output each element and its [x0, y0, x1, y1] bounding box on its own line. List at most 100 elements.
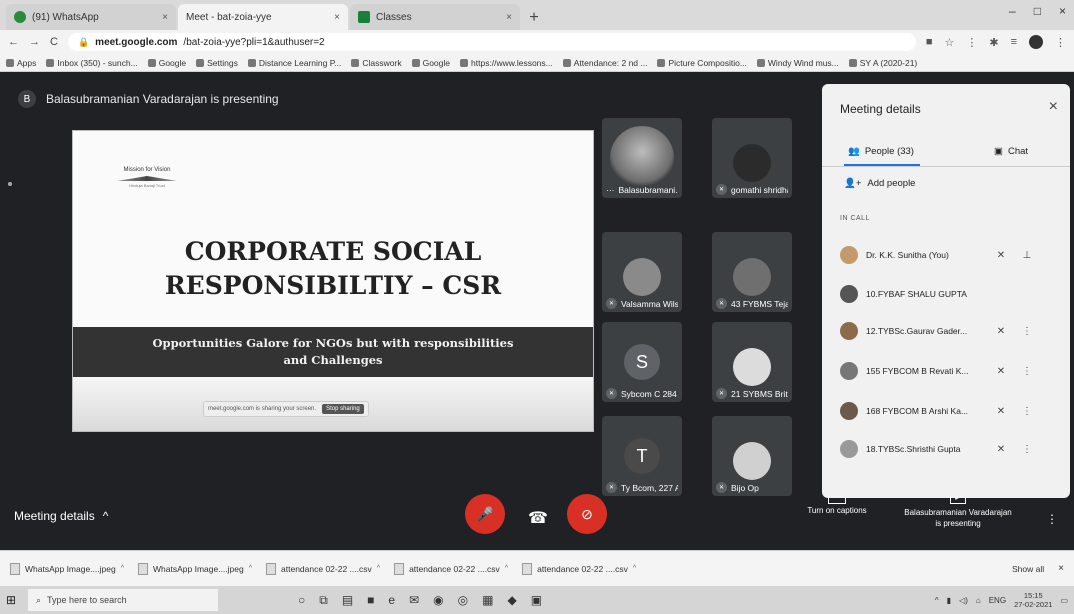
add-people-button[interactable]: 👤+ Add people: [844, 178, 915, 189]
bookmark[interactable]: Picture Compositio...: [657, 58, 747, 68]
more-icon[interactable]: ⋮: [1018, 406, 1036, 417]
participant-name: 168 FYBCOM B Arshi Ka...: [866, 406, 969, 416]
app-icon[interactable]: ▣: [531, 593, 542, 608]
tab-close-icon[interactable]: ×: [162, 12, 168, 23]
participant-tile[interactable]: ✕ gomathi shridhar: [712, 118, 792, 198]
maximize-button[interactable]: □: [1034, 4, 1041, 18]
tray-chevron-icon[interactable]: ^: [935, 596, 939, 605]
mic-toggle-button[interactable]: 🎤: [465, 494, 505, 534]
tab-whatsapp[interactable]: (91) WhatsApp ×: [6, 4, 176, 30]
app-icon[interactable]: ◆: [507, 593, 516, 608]
participant-row[interactable]: 155 FYBCOM B Revati K... ✕ ⋮: [840, 360, 1054, 382]
file-explorer-icon[interactable]: ▤: [342, 593, 353, 608]
more-icon[interactable]: ⋮: [1018, 326, 1036, 337]
mail-icon[interactable]: ✉: [409, 593, 419, 608]
reload-icon[interactable]: C: [50, 36, 58, 48]
participant-row[interactable]: 168 FYBCOM B Arshi Ka... ✕ ⋮: [840, 400, 1054, 422]
camera-toggle-button[interactable]: ⊘: [567, 494, 607, 534]
meeting-details-button[interactable]: Meeting details ^: [14, 509, 108, 523]
bookmark[interactable]: SY A (2020-21): [848, 58, 917, 68]
more-icon[interactable]: ⋮: [1018, 366, 1036, 377]
stop-sharing-button[interactable]: Stop sharing: [322, 404, 364, 414]
participant-tile[interactable]: ✕ Bijo Op: [712, 416, 792, 496]
tab-classes[interactable]: Classes ×: [350, 4, 520, 30]
download-item[interactable]: attendance 02-22 ....csv ^: [266, 562, 380, 575]
chrome-icon[interactable]: ◎: [458, 593, 468, 608]
bookmark[interactable]: Apps: [6, 58, 36, 68]
star-icon[interactable]: ☆: [944, 36, 954, 49]
tab-close-icon[interactable]: ×: [506, 12, 512, 23]
participant-row[interactable]: 18.TYBSc.Shristhi Gupta ✕ ⋮: [840, 438, 1054, 460]
participant-row[interactable]: 12.TYBSc.Gaurav Gader... ✕ ⋮: [840, 320, 1054, 342]
minimize-button[interactable]: –: [1009, 4, 1016, 18]
participant-tile[interactable]: ✕ 21 SYBMS Brit...: [712, 322, 792, 402]
participant-tile[interactable]: ✕ 43 FYBMS Teja...: [712, 232, 792, 312]
network-icon[interactable]: ⌂: [976, 596, 981, 605]
bookmark[interactable]: Distance Learning P...: [247, 58, 341, 68]
more-options-icon[interactable]: ⋮: [1046, 512, 1058, 526]
chevron-up-icon[interactable]: ^: [249, 565, 252, 572]
participant-tile[interactable]: ✕ Valsamma Wils...: [602, 232, 682, 312]
close-icon[interactable]: ×: [1049, 98, 1058, 116]
chevron-up-icon[interactable]: ^: [121, 565, 124, 572]
profile-avatar[interactable]: [1029, 35, 1043, 49]
puzzle-icon[interactable]: ✱: [989, 36, 998, 49]
camera-icon[interactable]: ■: [926, 36, 933, 48]
bookmark[interactable]: Inbox (350) - sunch...: [46, 58, 138, 68]
bookmark[interactable]: Google: [411, 58, 450, 68]
bookmark[interactable]: https://www.lessons...: [460, 58, 553, 68]
taskbar-search[interactable]: ⌕ Type here to search: [28, 589, 218, 611]
back-icon[interactable]: ←: [8, 36, 19, 48]
new-tab-button[interactable]: +: [522, 6, 546, 30]
bookmark[interactable]: Windy Wind mus...: [756, 58, 839, 68]
participant-initial: T: [624, 438, 660, 474]
chevron-up-icon[interactable]: ^: [633, 565, 636, 572]
list-icon[interactable]: ≡: [1011, 36, 1017, 48]
notification-icon[interactable]: ▭: [1060, 596, 1068, 605]
download-item[interactable]: WhatsApp Image....jpeg ^: [138, 562, 252, 575]
participant-tile[interactable]: S ✕ Sybcom C 284 ...: [602, 322, 682, 402]
close-icon[interactable]: ×: [1058, 563, 1064, 574]
bookmark[interactable]: Settings: [196, 58, 238, 68]
app-icon[interactable]: ◉: [433, 593, 443, 608]
tab-chat[interactable]: ▣ Chat: [994, 140, 1028, 162]
participant-tile[interactable]: ··· Balasubramani...: [602, 118, 682, 198]
tab-close-icon[interactable]: ×: [334, 12, 340, 23]
download-item[interactable]: attendance 02-22 ....csv ^: [394, 562, 508, 575]
download-item[interactable]: attendance 02-22 ....csv ^: [522, 562, 636, 575]
cortana-icon[interactable]: ○: [298, 593, 305, 608]
forward-icon[interactable]: →: [29, 36, 40, 48]
participant-tile[interactable]: T ✕ Ty Bcom, 227 A...: [602, 416, 682, 496]
bookmark[interactable]: Attendance: 2 nd ...: [562, 58, 647, 68]
chevron-up-icon[interactable]: ^: [505, 565, 508, 572]
battery-icon[interactable]: ▮: [947, 596, 951, 605]
volume-icon[interactable]: ◁): [959, 596, 968, 605]
pin-icon[interactable]: ⊥: [1018, 250, 1036, 261]
download-item[interactable]: WhatsApp Image....jpeg ^: [10, 562, 124, 575]
close-window-button[interactable]: ×: [1059, 4, 1066, 18]
tab-people[interactable]: 👥 People (33): [848, 140, 914, 162]
task-view-icon[interactable]: ⧉: [319, 593, 328, 608]
edge-icon[interactable]: e: [388, 593, 395, 608]
mic-off-icon: ✕: [606, 298, 617, 309]
clock[interactable]: 15:15 27-02-2021: [1014, 591, 1052, 609]
participant-name: Sybcom C 284 ...: [621, 388, 678, 399]
menu-icon[interactable]: ⋮: [1055, 36, 1066, 49]
hang-up-button[interactable]: ☎: [528, 508, 548, 528]
url-field[interactable]: 🔒 meet.google.com/bat-zoia-yye?pli=1&aut…: [67, 33, 916, 51]
windows-start-icon[interactable]: ⊞: [6, 593, 28, 607]
show-all-button[interactable]: Show all: [1012, 564, 1044, 574]
bookmark[interactable]: Google: [147, 58, 186, 68]
extension-icon[interactable]: ⋮: [966, 36, 977, 49]
bookmark[interactable]: Classwork: [351, 58, 402, 68]
participant-row[interactable]: 10.FYBAF SHALU GUPTA: [840, 283, 1054, 305]
store-icon[interactable]: ■: [367, 593, 374, 608]
tile-more-icon[interactable]: ···: [606, 185, 615, 195]
more-icon[interactable]: ⋮: [1018, 444, 1036, 455]
app-icon[interactable]: ▦: [482, 593, 493, 608]
chevron-up-icon[interactable]: ^: [377, 565, 380, 572]
language-indicator[interactable]: ENG: [989, 596, 1006, 605]
presenting-banner: B Balasubramanian Varadarajan is present…: [18, 90, 279, 108]
tab-meet[interactable]: Meet - bat-zoia-yye ×: [178, 4, 348, 88]
participant-row[interactable]: Dr. K.K. Sunitha (You) ✕ ⊥: [840, 244, 1054, 266]
